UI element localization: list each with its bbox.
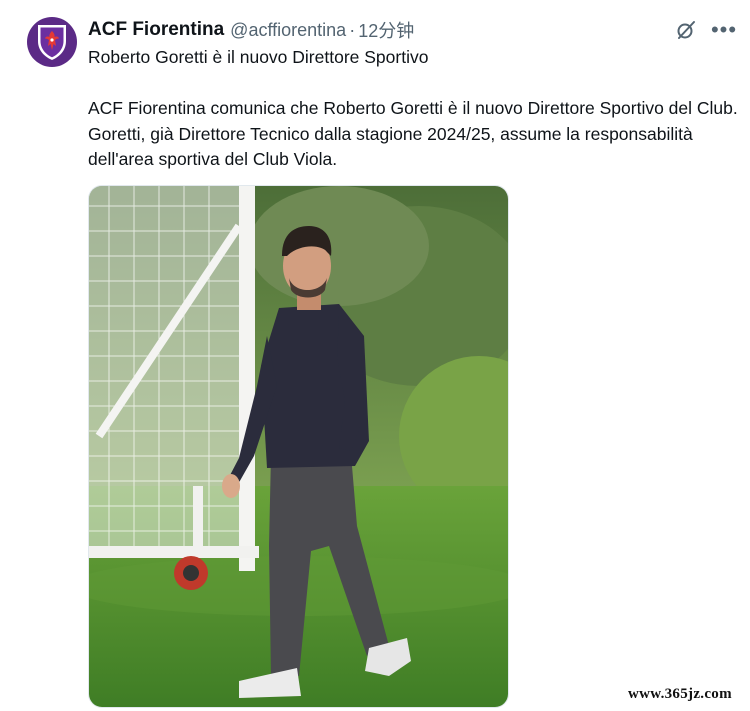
account-name[interactable]: ACF Fiorentina xyxy=(88,19,224,41)
fiorentina-crest-icon xyxy=(38,25,66,60)
avatar[interactable] xyxy=(27,17,77,67)
account-handle[interactable]: @acffiorentina xyxy=(230,20,346,41)
more-options-label: ••• xyxy=(710,17,738,42)
tweet-card[interactable]: ACF Fiorentina @acffiorentina · 12分钟 •••… xyxy=(0,0,750,711)
timestamp[interactable]: 12分钟 xyxy=(358,17,414,43)
photo-icon xyxy=(89,186,508,707)
tweet-photo[interactable] xyxy=(88,185,509,708)
more-options-icon[interactable]: ••• xyxy=(710,17,738,42)
watermark: www.365jz.com xyxy=(628,686,732,702)
tweet-header: ACF Fiorentina @acffiorentina · 12分钟 xyxy=(88,17,414,43)
grok-icon[interactable] xyxy=(674,18,698,42)
tweet-headline: Roberto Goretti è il nuovo Direttore Spo… xyxy=(88,47,429,67)
tweet-body: ACF Fiorentina comunica che Roberto Gore… xyxy=(88,98,738,169)
separator-dot: · xyxy=(349,19,356,40)
tweet-actions: ••• xyxy=(674,18,736,42)
